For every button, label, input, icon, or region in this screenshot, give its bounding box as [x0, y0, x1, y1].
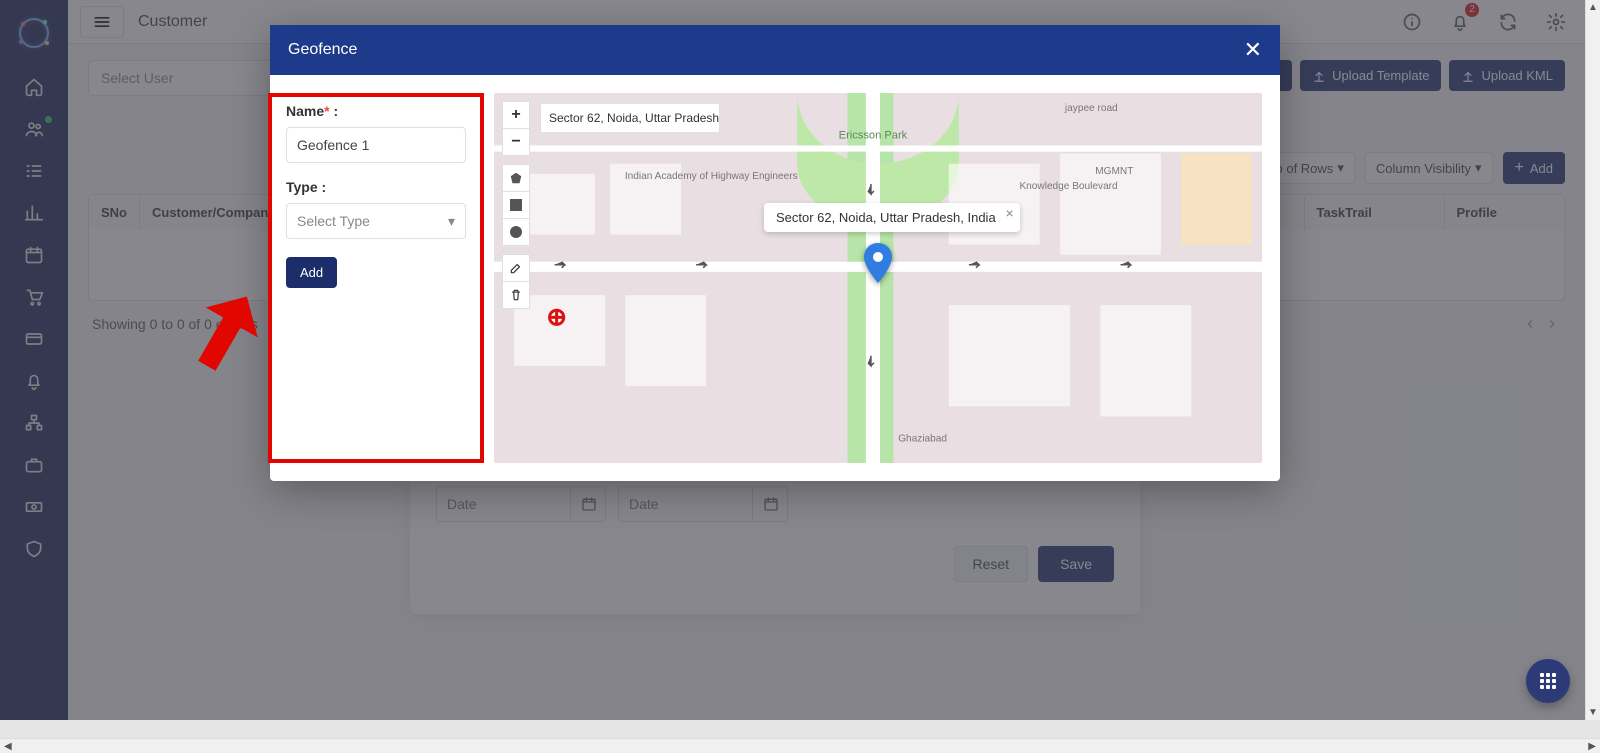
zoom-out-icon[interactable]: −: [502, 128, 530, 156]
svg-text:MGMNT: MGMNT: [1095, 166, 1133, 177]
polygon-tool-icon[interactable]: [502, 164, 530, 192]
geofence-form: Name* : Type : Select Type ▾ Add: [268, 93, 484, 463]
modal-title: Geofence: [288, 41, 357, 59]
zoom-in-icon[interactable]: +: [502, 101, 530, 129]
geofence-type-select[interactable]: Select Type ▾: [286, 203, 466, 239]
rectangle-tool-icon[interactable]: [502, 191, 530, 219]
chevron-down-icon: ▾: [448, 213, 455, 230]
svg-text:Indian Academy of Highway Engi: Indian Academy of Highway Engineers: [625, 171, 798, 182]
geofence-add-button[interactable]: Add: [286, 257, 337, 288]
vertical-scrollbar[interactable]: ▲▼: [1585, 0, 1600, 720]
edit-tool-icon[interactable]: [502, 254, 530, 282]
map-search-input[interactable]: Sector 62, Noida, Uttar Pradesh, I: [540, 103, 720, 133]
geofence-modal: Geofence ✕ Name* : Type : Select Type ▾ …: [270, 25, 1280, 481]
svg-text:Knowledge Boulevard: Knowledge Boulevard: [1019, 181, 1117, 192]
circle-tool-icon[interactable]: [502, 218, 530, 246]
apps-fab-button[interactable]: [1526, 659, 1570, 703]
map-tools: + −: [502, 101, 530, 308]
geofence-map[interactable]: Ericsson Park Indian Academy of Highway …: [494, 93, 1262, 463]
type-label: Type :: [286, 179, 466, 195]
tooltip-close-icon[interactable]: ×: [1006, 205, 1014, 221]
grid-icon: [1540, 673, 1556, 689]
geofence-name-input[interactable]: [286, 127, 466, 163]
map-tooltip: Sector 62, Noida, Uttar Pradesh, India ×: [764, 203, 1020, 232]
delete-tool-icon[interactable]: [502, 281, 530, 309]
svg-text:jaypee road: jaypee road: [1064, 103, 1118, 114]
horizontal-scrollbar[interactable]: ◀▶: [0, 738, 1600, 753]
map-pin-icon[interactable]: [864, 243, 892, 288]
name-label: Name* :: [286, 103, 466, 119]
svg-text:Ericsson Park: Ericsson Park: [839, 129, 908, 141]
svg-text:Ghaziabad: Ghaziabad: [898, 434, 947, 445]
close-icon[interactable]: ✕: [1244, 37, 1262, 63]
